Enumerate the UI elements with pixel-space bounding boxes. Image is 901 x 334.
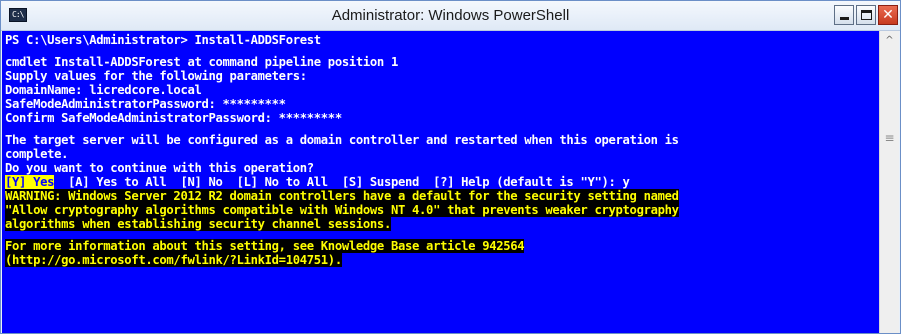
domain-name-line: DomainName: licredcore.local [5,83,202,97]
warning-line-3: algorithms when establishing security ch… [5,217,879,231]
confirm-password-line: Confirm SafeModeAdministratorPassword: *… [5,111,342,125]
warning-text-1: WARNING: Windows Server 2012 R2 domain c… [5,189,679,203]
close-button[interactable]: ✕ [878,5,898,25]
maximize-icon [861,10,872,20]
info-line-2: (http://go.microsoft.com/fwlink/?LinkId=… [5,253,879,267]
choices-line: [Y] Yes [A] Yes to All [N] No [L] No to … [5,175,879,189]
continue-question-line: Do you want to continue with this operat… [5,161,314,175]
info-text-2: (http://go.microsoft.com/fwlink/?LinkId=… [5,253,342,267]
info-text-1: For more information about this setting,… [5,239,525,253]
maximize-button[interactable] [856,5,876,25]
info-line-1: For more information about this setting,… [5,239,879,253]
cmdlet-header-line: cmdlet Install-ADDSForest at command pip… [5,55,398,69]
warning-line-2: "Allow cryptography algorithms compatibl… [5,203,879,217]
minimize-icon [840,17,849,20]
warning-text-2: "Allow cryptography algorithms compatibl… [5,203,679,217]
choice-rest-text: [A] Yes to All [N] No [L] No to All [S] … [54,175,630,189]
safe-mode-password-line: SafeModeAdministratorPassword: ********* [5,97,286,111]
window-title: Administrator: Windows PowerShell [331,7,570,24]
powershell-window: C:\ Administrator: Windows PowerShell ✕ … [0,0,901,334]
scroll-grip-icon[interactable]: ≡ [882,131,897,145]
target-server-line-1: The target server will be configured as … [5,133,679,147]
supply-params-line: Supply values for the following paramete… [5,69,307,83]
choice-yes-highlight: [Y] Yes [5,175,55,189]
scroll-up-arrow-icon[interactable]: ^ [880,33,899,49]
prompt-line: PS C:\Users\Administrator> Install-ADDSF… [5,33,321,47]
minimize-button[interactable] [834,5,854,25]
target-server-line-2: complete. [5,147,69,161]
console-output[interactable]: PS C:\Users\Administrator> Install-ADDSF… [2,31,879,333]
warning-line-1: WARNING: Windows Server 2012 R2 domain c… [5,189,879,203]
warning-text-3: algorithms when establishing security ch… [5,217,391,231]
vertical-scrollbar[interactable]: ^ ≡ [879,31,899,333]
title-bar[interactable]: C:\ Administrator: Windows PowerShell ✕ [1,1,900,31]
window-controls: ✕ [834,5,898,25]
close-icon: ✕ [882,7,894,23]
